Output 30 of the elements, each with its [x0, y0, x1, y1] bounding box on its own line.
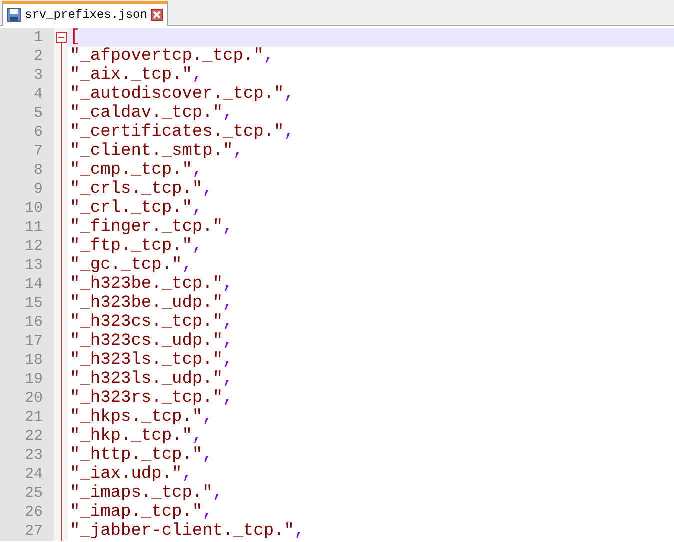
- line-number: 18: [0, 351, 54, 370]
- line-number: 8: [0, 161, 54, 180]
- line-number: 14: [0, 275, 54, 294]
- line-number: 19: [0, 370, 54, 389]
- line-number: 12: [0, 237, 54, 256]
- line-number: 1: [0, 28, 54, 47]
- line-number: 13: [0, 256, 54, 275]
- line-number: 23: [0, 446, 54, 465]
- close-icon[interactable]: [151, 9, 164, 21]
- save-icon: [7, 8, 21, 22]
- line-number: 25: [0, 484, 54, 503]
- line-number: 24: [0, 465, 54, 484]
- line-number: 21: [0, 408, 54, 427]
- line-number: 27: [0, 522, 54, 541]
- line-number: 7: [0, 142, 54, 161]
- line-number: 10: [0, 199, 54, 218]
- line-number: 22: [0, 427, 54, 446]
- line-number: 6: [0, 123, 54, 142]
- line-number: 16: [0, 313, 54, 332]
- line-number: 9: [0, 180, 54, 199]
- file-tab[interactable]: srv_prefixes.json: [2, 1, 168, 26]
- line-number: 11: [0, 218, 54, 237]
- line-number: 4: [0, 85, 54, 104]
- line-number: 17: [0, 332, 54, 351]
- line-number: 5: [0, 104, 54, 123]
- line-number: 26: [0, 503, 54, 522]
- line-number: 20: [0, 389, 54, 408]
- line-number: 3: [0, 66, 54, 85]
- line-number: 2: [0, 47, 54, 66]
- line-number: 15: [0, 294, 54, 313]
